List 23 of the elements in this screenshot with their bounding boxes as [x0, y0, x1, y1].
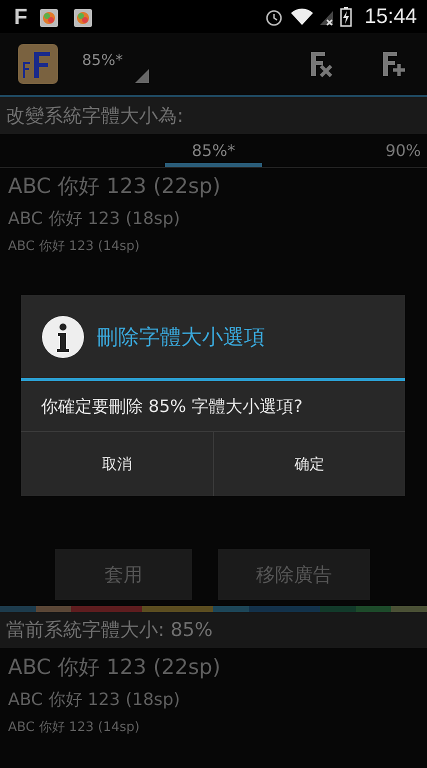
- sample-text: ABC 你好 123 (22sp): [8, 654, 222, 681]
- wifi-icon: [290, 8, 314, 26]
- dialog-title: 刪除字體大小選項: [97, 324, 265, 350]
- notification-app-letter: F: [14, 4, 28, 30]
- sample-text: ABC 你好 123 (14sp): [8, 238, 141, 255]
- size-tab[interactable]: 85%*: [165, 134, 262, 167]
- confirm-button[interactable]: 确定: [212, 432, 405, 496]
- add-font-icon[interactable]: [381, 50, 407, 78]
- battery-charging-icon: [340, 6, 352, 26]
- size-tab[interactable]: 90%: [385, 134, 427, 167]
- current-size-heading: 當前系統字體大小: 85%: [6, 618, 213, 643]
- section-heading: 改變系統字體大小為:: [6, 104, 184, 128]
- sample-text: ABC 你好 123 (18sp): [8, 689, 182, 711]
- info-icon: [41, 314, 85, 358]
- dialog-message: 你確定要刪除 85% 字體大小選項?: [21, 381, 405, 432]
- remove-font-icon[interactable]: [309, 50, 335, 78]
- sample-text: ABC 你好 123 (22sp): [8, 173, 222, 200]
- cancel-button[interactable]: 取消: [21, 432, 212, 496]
- sample-text: ABC 你好 123 (18sp): [8, 208, 182, 230]
- font-size-dropdown[interactable]: 85%*: [82, 33, 149, 95]
- clock-time: 15:44: [364, 4, 417, 28]
- dropdown-corner-icon: [134, 69, 149, 83]
- sample-text: ABC 你好 123 (14sp): [8, 719, 141, 736]
